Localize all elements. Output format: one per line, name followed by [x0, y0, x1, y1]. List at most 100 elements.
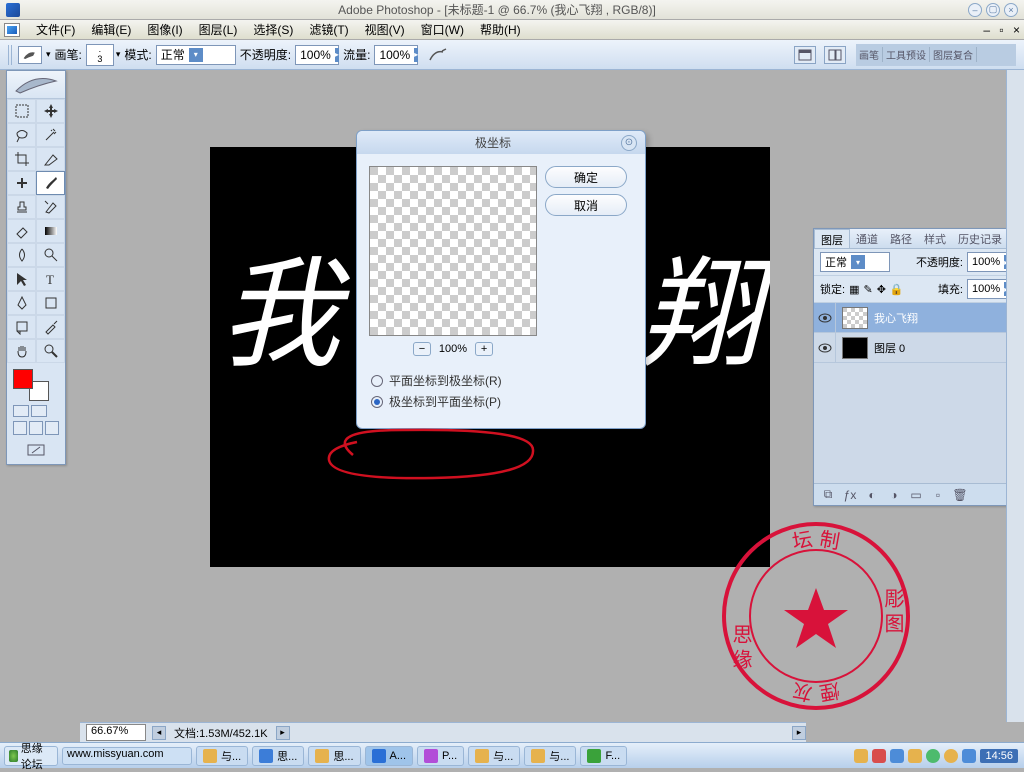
zoom-field[interactable]: 66.67% [86, 724, 146, 741]
brush-size-arrow-icon[interactable]: ▾ [116, 49, 121, 60]
tray-icon[interactable] [944, 749, 958, 763]
new-layer-icon[interactable]: ▫ [930, 488, 946, 502]
dodge-tool-icon[interactable] [36, 243, 65, 267]
shape-tool-icon[interactable] [36, 291, 65, 315]
screen-full-icon[interactable] [45, 421, 59, 435]
radio-polar-to-rect[interactable]: 极坐标到平面坐标(P) [371, 393, 631, 410]
trash-icon[interactable]: 🗑 [952, 488, 968, 502]
lock-all-icon[interactable]: 🔒 [890, 283, 904, 296]
scroll-left-icon[interactable]: ◂ [152, 726, 166, 740]
marquee-tool-icon[interactable] [7, 99, 36, 123]
lock-position-icon[interactable]: ✥ [877, 283, 886, 296]
wand-tool-icon[interactable] [36, 123, 65, 147]
cancel-button[interactable]: 取消 [545, 194, 627, 216]
lock-trans-icon[interactable]: ▦ [849, 283, 859, 296]
tray-icon[interactable] [962, 749, 976, 763]
tray-icon[interactable] [908, 749, 922, 763]
layer-name[interactable]: 我心飞翔 [874, 310, 918, 326]
eraser-tool-icon[interactable] [7, 219, 36, 243]
lasso-tool-icon[interactable] [7, 123, 36, 147]
taskbar-task[interactable]: 思... [308, 746, 360, 766]
start-button[interactable]: 思缘论坛 [4, 746, 58, 766]
menu-layer[interactable]: 图层(L) [191, 21, 246, 38]
menu-edit[interactable]: 编辑(E) [83, 21, 139, 38]
gradient-tool-icon[interactable] [36, 219, 65, 243]
mask-icon[interactable]: ◐ [864, 488, 880, 502]
layer-fill-input[interactable]: 100%▸ [967, 279, 1011, 299]
fg-bg-colors[interactable] [13, 369, 49, 401]
tab-history[interactable]: 历史记录 [952, 229, 1008, 248]
adjustment-icon[interactable]: ◑ [886, 488, 902, 502]
well-tab-brushes[interactable]: 画笔 [856, 47, 883, 62]
tray-icon[interactable] [854, 749, 868, 763]
menu-file[interactable]: 文件(F) [28, 21, 83, 38]
eyedropper-tool-icon[interactable] [36, 315, 65, 339]
opacity-input[interactable]: 100%▸ [295, 45, 339, 65]
tray-icon[interactable] [872, 749, 886, 763]
zoom-in-button[interactable]: + [475, 342, 493, 356]
file-browser-icon[interactable] [794, 46, 816, 64]
notes-tool-icon[interactable] [7, 315, 36, 339]
taskbar-task[interactable]: A... [365, 746, 414, 766]
hand-tool-icon[interactable] [7, 339, 36, 363]
menu-help[interactable]: 帮助(H) [472, 21, 529, 38]
screen-standard-icon[interactable] [13, 421, 27, 435]
screen-full-menu-icon[interactable] [29, 421, 43, 435]
menu-filter[interactable]: 滤镜(T) [301, 21, 356, 38]
menu-window[interactable]: 窗口(W) [413, 21, 472, 38]
minimize-button[interactable]: – [968, 3, 982, 17]
layer-row[interactable]: 图层 0 [814, 333, 1017, 363]
airbrush-icon[interactable] [426, 45, 450, 65]
tab-paths[interactable]: 路径 [884, 229, 918, 248]
move-tool-icon[interactable] [36, 99, 65, 123]
link-icon[interactable]: ⧉ [820, 488, 836, 502]
dialog-close-icon[interactable]: ⊙ [621, 135, 637, 151]
jump-to-icon[interactable] [7, 441, 65, 464]
fx-icon[interactable]: ƒx [842, 488, 858, 502]
close-button[interactable]: × [1004, 3, 1018, 17]
quicklaunch-url[interactable]: www.missyuan.com [62, 747, 192, 765]
status-menu-icon[interactable]: ▸ [276, 726, 290, 740]
tab-styles[interactable]: 样式 [918, 229, 952, 248]
tab-channels[interactable]: 通道 [850, 229, 884, 248]
doc-max-icon[interactable]: ▫ [999, 23, 1003, 37]
stamp-tool-icon[interactable] [7, 195, 36, 219]
clock[interactable]: 14:56 [980, 749, 1018, 763]
menu-select[interactable]: 选择(S) [245, 21, 301, 38]
tray-icon[interactable] [926, 749, 940, 763]
flow-input[interactable]: 100%▸ [374, 45, 418, 65]
lock-pixels-icon[interactable]: ✎ [863, 283, 872, 296]
taskbar-task[interactable]: 与... [468, 746, 520, 766]
brush-size-picker[interactable]: ·3 [86, 44, 114, 66]
quickmask-off-icon[interactable] [13, 405, 29, 417]
filter-preview[interactable] [369, 166, 537, 336]
visibility-icon[interactable] [814, 303, 836, 333]
taskbar-task[interactable]: 思... [252, 746, 304, 766]
radio-rect-to-polar[interactable]: 平面坐标到极坐标(R) [371, 372, 631, 389]
crop-tool-icon[interactable] [7, 147, 36, 171]
menu-view[interactable]: 视图(V) [357, 21, 413, 38]
heal-tool-icon[interactable] [7, 171, 36, 195]
maximize-button[interactable]: ▢ [986, 3, 1000, 17]
zoom-out-button[interactable]: − [413, 342, 431, 356]
vertical-scrollbar[interactable] [1006, 70, 1024, 722]
dialog-titlebar[interactable]: 极坐标 ⊙ [357, 131, 645, 154]
blend-mode-select[interactable]: 正常▾ [156, 45, 236, 65]
doc-min-icon[interactable]: – [983, 23, 990, 37]
taskbar-task[interactable]: P... [417, 746, 464, 766]
palette-well[interactable]: 画笔 工具预设 图层复合 [856, 44, 1016, 66]
brush-dropdown-icon[interactable]: ▾ [46, 49, 51, 60]
layer-thumb-icon[interactable] [842, 337, 868, 359]
layer-name[interactable]: 图层 0 [874, 340, 905, 356]
brush-tool-icon[interactable] [18, 46, 42, 64]
visibility-icon[interactable] [814, 333, 836, 363]
foreground-color-icon[interactable] [13, 369, 33, 389]
pen-tool-icon[interactable] [7, 291, 36, 315]
doc-close-icon[interactable]: × [1013, 23, 1020, 37]
path-select-icon[interactable] [7, 267, 36, 291]
tab-layers[interactable]: 图层 [814, 229, 850, 248]
taskbar-task[interactable]: 与... [196, 746, 248, 766]
brush-tool-icon[interactable] [36, 171, 65, 195]
type-tool-icon[interactable]: T [36, 267, 65, 291]
slice-tool-icon[interactable] [36, 147, 65, 171]
